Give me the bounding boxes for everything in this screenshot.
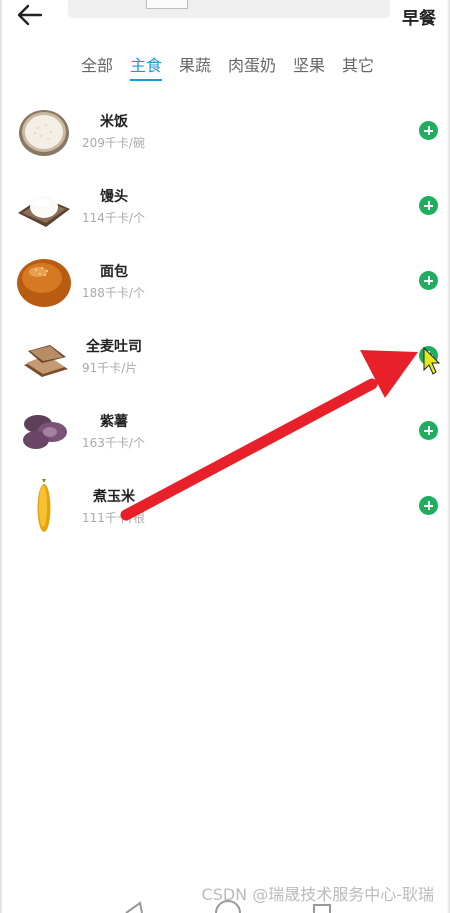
list-item[interactable]: 馒头 114千卡/个 <box>0 169 450 244</box>
food-name: 煮玉米 <box>93 489 135 505</box>
meal-title[interactable]: 早餐 <box>402 4 436 29</box>
category-tabs: 全部 主食 果蔬 肉蛋奶 坚果 其它 <box>0 52 450 81</box>
tab-meat-egg-milk[interactable]: 肉蛋奶 <box>228 52 276 80</box>
nav-home-icon <box>215 900 241 913</box>
food-name: 紫薯 <box>100 414 128 430</box>
food-calories: 209千卡/碗 <box>82 136 145 150</box>
header: 早餐 <box>0 0 450 30</box>
add-button[interactable] <box>419 496 438 515</box>
header-search-bar[interactable] <box>68 0 390 18</box>
tab-fruit-veg[interactable]: 果蔬 <box>179 52 211 80</box>
food-name: 米饭 <box>100 114 128 130</box>
food-calories: 114千卡/个 <box>82 211 145 225</box>
food-name: 馒头 <box>100 189 128 205</box>
list-item[interactable]: 面包 188千卡/个 <box>0 244 450 319</box>
add-button[interactable] <box>419 271 438 290</box>
list-item[interactable]: 紫薯 163千卡/个 <box>0 394 450 469</box>
food-calories: 188千卡/个 <box>82 286 145 300</box>
tab-staple[interactable]: 主食 <box>129 52 162 81</box>
food-name: 面包 <box>100 264 128 280</box>
food-calories: 91千卡/片 <box>82 361 138 375</box>
add-button[interactable] <box>419 421 438 440</box>
system-nav-bar <box>125 900 331 913</box>
tab-all[interactable]: 全部 <box>81 52 113 80</box>
arrow-left-icon <box>17 4 43 26</box>
list-item[interactable]: 煮玉米 111千卡/根 <box>0 469 450 544</box>
header-search-inner <box>146 0 188 9</box>
nav-back-icon <box>125 901 143 913</box>
tab-nuts[interactable]: 坚果 <box>293 52 325 80</box>
steamed-bun-icon <box>18 196 70 227</box>
bread-icon <box>17 259 71 307</box>
list-item[interactable]: 米饭 209千卡/碗 <box>0 94 450 169</box>
back-button[interactable] <box>14 2 46 28</box>
tab-other[interactable]: 其它 <box>342 52 374 80</box>
toast-icon <box>24 345 68 377</box>
rice-bowl-icon <box>19 110 69 156</box>
list-item[interactable]: 全麦吐司 91千卡/片 <box>0 319 450 394</box>
food-name: 全麦吐司 <box>86 339 142 355</box>
add-button[interactable] <box>419 346 438 365</box>
add-button[interactable] <box>419 121 438 140</box>
food-list: 米饭 209千卡/碗 馒头 114千卡/个 面包 188千卡/个 全麦吐司 91… <box>0 94 450 544</box>
food-calories: 111千卡/根 <box>82 511 145 525</box>
corn-icon <box>37 479 51 532</box>
food-calories: 163千卡/个 <box>82 436 145 450</box>
add-button[interactable] <box>419 196 438 215</box>
purple-sweet-potato-icon <box>23 415 67 449</box>
nav-recent-icon <box>313 904 331 913</box>
